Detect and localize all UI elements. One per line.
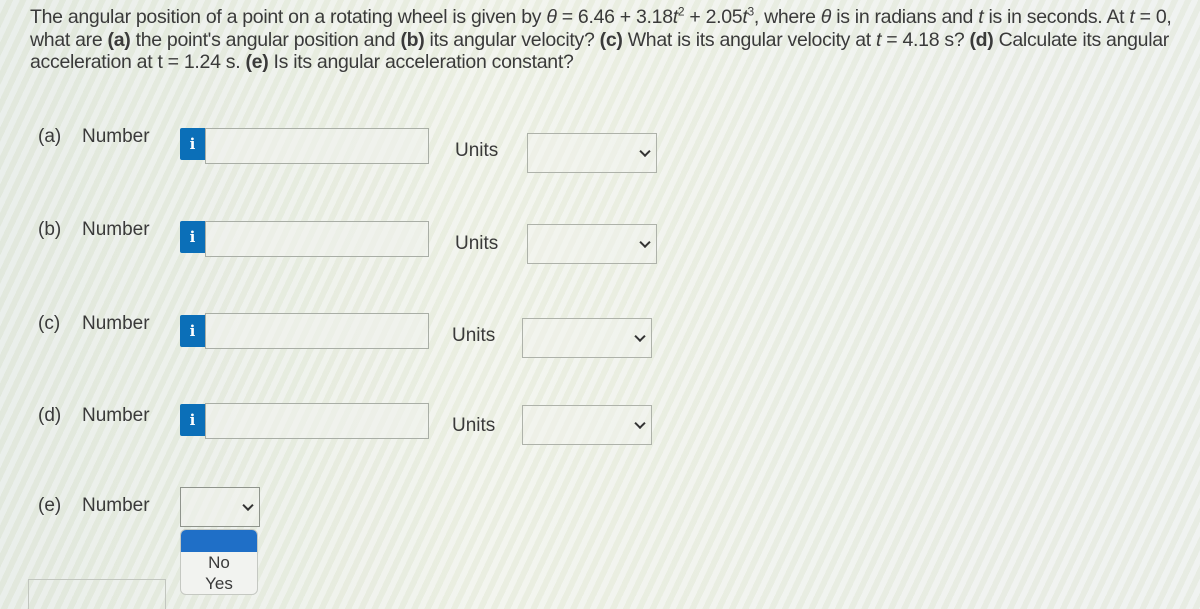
equation-part: + 2.05 [684,6,743,28]
number-label: Number [82,405,150,426]
units-label: Units [452,325,496,346]
units-label: Units [452,415,496,436]
chevron-down-icon [639,145,651,158]
part-label: (c) [38,313,61,334]
question-text-fragment: What is its angular velocity at [622,28,877,51]
units-label: Units [455,140,499,161]
info-icon[interactable]: i [180,404,205,436]
number-label: Number [82,495,150,516]
dropdown-option-no[interactable]: No [181,552,257,573]
number-input[interactable] [205,313,429,349]
equation-part: = 6.46 + 3.18 [556,6,673,28]
question-text-fragment: Is its angular acceleration constant? [268,51,574,73]
part-label: (a) [38,126,62,147]
part-d-tag: (d) [969,28,994,51]
question-text-fragment: is in radians and [831,6,979,28]
units-select[interactable] [527,133,657,173]
chevron-down-icon [634,330,646,343]
number-label: Number [82,313,150,334]
units-select[interactable] [527,224,657,264]
part-b-tag: (b) [400,28,425,51]
units-label: Units [455,233,499,254]
units-select[interactable] [522,318,652,358]
number-input[interactable] [205,221,429,257]
yes-no-select[interactable] [180,487,260,527]
number-label: Number [82,219,150,240]
part-label: (b) [38,219,62,240]
number-input[interactable] [205,128,429,164]
partially-visible-button[interactable] [28,579,166,609]
info-icon[interactable]: i [180,221,205,253]
chevron-down-icon [242,499,254,512]
question-intro: The angular position of a point on a rot… [30,6,547,28]
info-icon[interactable]: i [180,315,205,347]
part-a-tag: (a) [107,28,131,51]
info-icon[interactable]: i [180,128,205,160]
question-text: The angular position of a point on a rot… [30,6,1180,74]
dropdown-option-blank-highlighted[interactable] [181,530,257,552]
chevron-down-icon [634,417,646,430]
part-label: (d) [38,405,62,426]
part-label: (e) [38,495,62,516]
chevron-down-icon [639,236,651,249]
part-e-tag: (e) [245,51,269,73]
question-text-fragment: the point's angular position and [130,28,401,51]
question-text-fragment: = 4.18 s? [881,28,970,51]
part-c-tag: (c) [599,28,623,51]
theta-symbol: θ [546,6,557,28]
question-text-fragment: is in seconds. At [983,6,1130,28]
number-input[interactable] [205,403,429,439]
units-select[interactable] [522,405,652,445]
number-label: Number [82,126,150,147]
yes-no-dropdown-menu: No Yes [180,529,258,595]
question-text-fragment: , where [753,6,821,28]
question-text-fragment: its angular velocity? [424,28,600,51]
theta-symbol: θ [820,6,832,28]
dropdown-option-yes[interactable]: Yes [181,573,257,594]
